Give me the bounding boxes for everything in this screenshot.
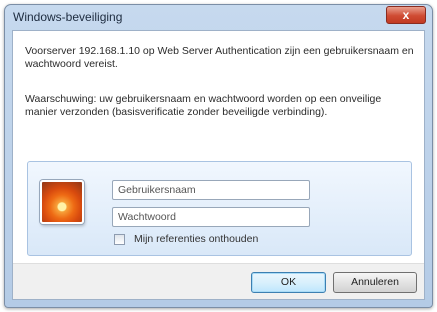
remember-credentials-option[interactable]: Mijn referenties onthouden [114, 233, 258, 245]
cancel-button[interactable]: Annuleren [333, 272, 417, 293]
credential-tile: Mijn referenties onthouden [27, 161, 412, 256]
close-icon: x [402, 8, 410, 22]
close-button[interactable]: x [386, 6, 426, 24]
window-title: Windows-beveiliging [13, 10, 123, 24]
button-bar: OK Annuleren [13, 263, 424, 299]
user-tile-flower-icon [40, 180, 84, 224]
remember-checkbox[interactable] [114, 233, 125, 245]
ok-button[interactable]: OK [251, 272, 326, 293]
dialog-content: Voorserver 192.168.1.10 op Web Server Au… [12, 30, 425, 300]
password-input[interactable] [112, 207, 310, 227]
warning-message: Waarschuwing: uw gebruikersnaam en wacht… [25, 93, 382, 118]
server-message: Voorserver 192.168.1.10 op Web Server Au… [25, 45, 414, 70]
remember-label: Mijn referenties onthouden [134, 233, 259, 245]
credential-dialog: Windows-beveiliging x Voorserver 192.168… [4, 4, 433, 308]
title-bar[interactable]: Windows-beveiliging x [5, 5, 432, 29]
username-input[interactable] [112, 180, 310, 200]
